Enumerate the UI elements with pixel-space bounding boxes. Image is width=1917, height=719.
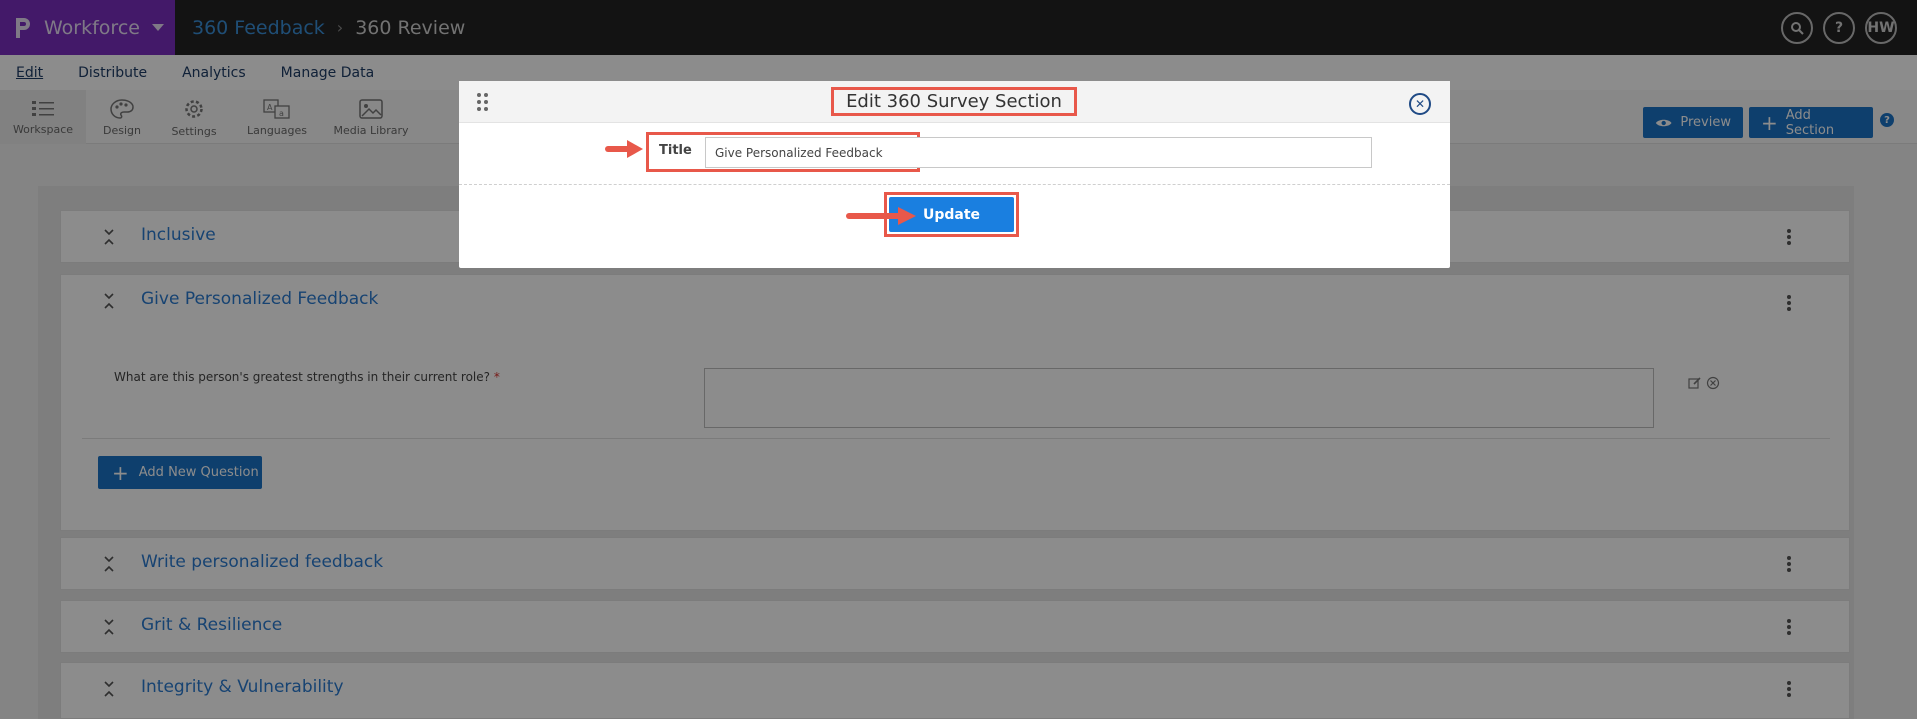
title-input[interactable] (705, 137, 1372, 168)
close-icon[interactable]: ✕ (1409, 93, 1431, 115)
dialog-title: Edit 360 Survey Section (831, 87, 1077, 116)
title-field-label: Title (659, 143, 692, 158)
arrow-annotation-icon (846, 207, 916, 225)
edit-section-dialog: Edit 360 Survey Section ✕ Title Update (459, 81, 1450, 268)
drag-handle-icon[interactable] (477, 93, 488, 111)
arrow-annotation-icon (605, 140, 643, 158)
dialog-header: Edit 360 Survey Section ✕ (459, 81, 1450, 123)
divider (459, 184, 1450, 185)
